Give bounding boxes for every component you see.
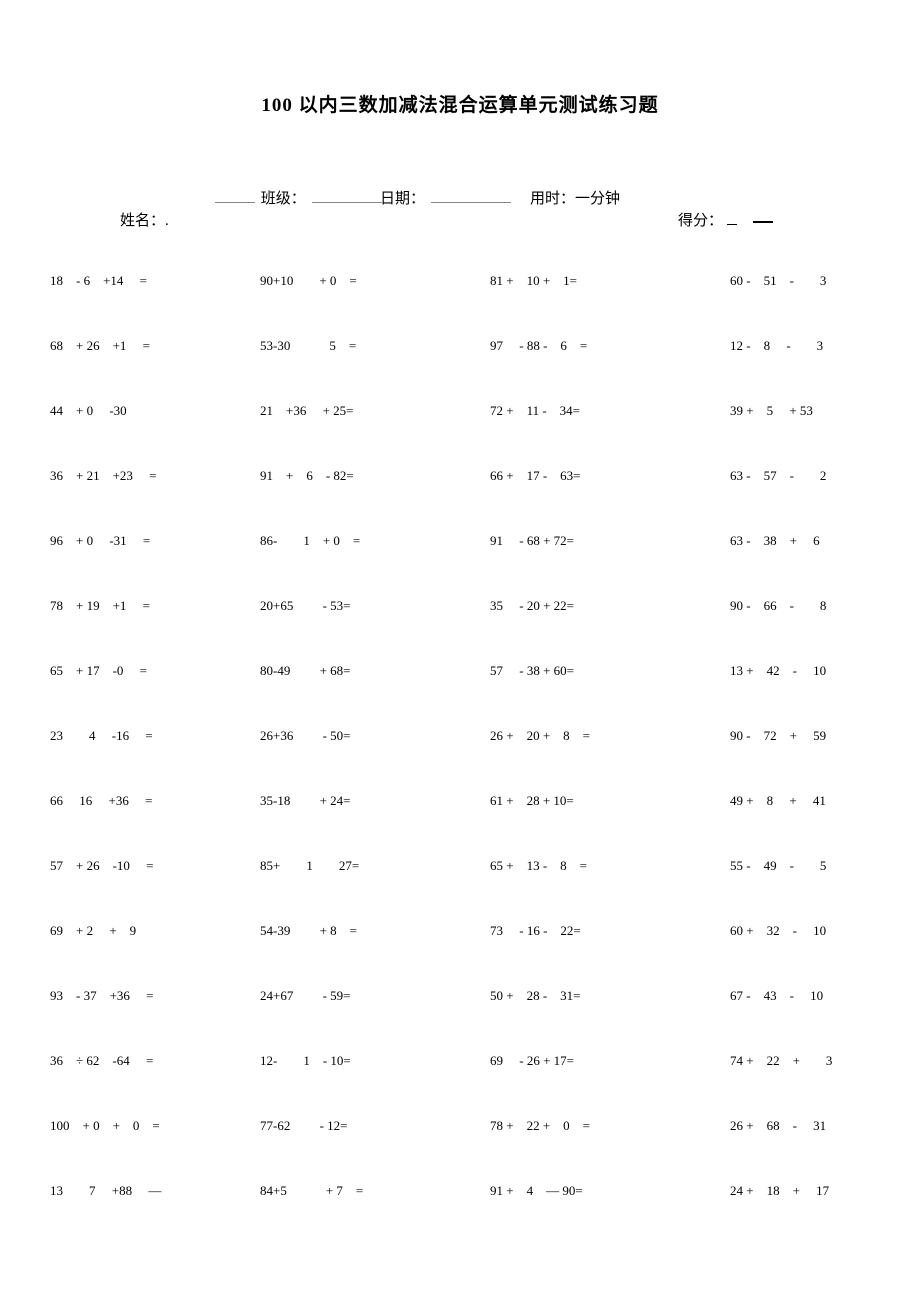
problem-cell: 12- 1 - 10=: [230, 1027, 480, 1092]
problem-cell: 77-62 - 12=: [230, 1092, 480, 1157]
problem-cell: 35-18 + 24=: [230, 767, 480, 832]
blank-underline: [215, 190, 255, 203]
header-info: 班级： 日期： 用时：一分钟 姓名：. 得分：: [50, 187, 870, 237]
problem-cell: 65 + 17 -0 =: [50, 637, 230, 702]
problem-cell: 91 - 68 + 72=: [480, 507, 710, 572]
problem-cell: 90+10 + 0 =: [230, 247, 480, 312]
problem-cell: 26 + 20 + 8 =: [480, 702, 710, 767]
problem-cell: 65 + 13 - 8 =: [480, 832, 710, 897]
problems-table: 18 - 6 +14 = 90+10 + 0 = 81 + 10 + 1= 60…: [50, 247, 870, 1222]
problem-cell: 91 + 4 — 90=: [480, 1157, 710, 1222]
problem-cell: 72 + 11 - 34=: [480, 377, 710, 442]
problems-body: 18 - 6 +14 = 90+10 + 0 = 81 + 10 + 1= 60…: [50, 247, 870, 1222]
problem-cell: 69 + 2 + 9: [50, 897, 230, 962]
table-row: 78 + 19 +1 = 20+65 - 53= 35 - 20 + 22= 9…: [50, 572, 870, 637]
problem-cell: 61 + 28 + 10=: [480, 767, 710, 832]
table-row: 23 4 -16 = 26+36 - 50= 26 + 20 + 8 = 90 …: [50, 702, 870, 767]
problem-cell: 44 + 0 -30: [50, 377, 230, 442]
date-field: 日期：: [380, 187, 511, 208]
problem-cell: 36 ÷ 62 -64 =: [50, 1027, 230, 1092]
problem-cell: 81 + 10 + 1=: [480, 247, 710, 312]
problem-cell: 55 - 49 - 5: [710, 832, 870, 897]
table-row: 65 + 17 -0 = 80-49 + 68= 57 - 38 + 60= 1…: [50, 637, 870, 702]
problem-cell: 60 - 51 - 3: [710, 247, 870, 312]
problem-cell: 57 - 38 + 60=: [480, 637, 710, 702]
blank-underline: [431, 190, 511, 203]
problem-cell: 78 + 19 +1 =: [50, 572, 230, 637]
problem-cell: 90 - 66 - 8: [710, 572, 870, 637]
table-row: 100 + 0 + 0 = 77-62 - 12= 78 + 22 + 0 = …: [50, 1092, 870, 1157]
time-field: 用时：一分钟: [530, 187, 620, 208]
problem-cell: 74 + 22 + 3: [710, 1027, 870, 1092]
problem-cell: 60 + 32 - 10: [710, 897, 870, 962]
problem-cell: 97 - 88 - 6 =: [480, 312, 710, 377]
problem-cell: 93 - 37 +36 =: [50, 962, 230, 1027]
table-row: 66 16 +36 = 35-18 + 24= 61 + 28 + 10= 49…: [50, 767, 870, 832]
problem-cell: 49 + 8 + 41: [710, 767, 870, 832]
table-row: 96 + 0 -31 = 86- 1 + 0 = 91 - 68 + 72= 6…: [50, 507, 870, 572]
table-row: 93 - 37 +36 = 24+67 - 59= 50 + 28 - 31= …: [50, 962, 870, 1027]
problem-cell: 18 - 6 +14 =: [50, 247, 230, 312]
problem-cell: 67 - 43 - 10: [710, 962, 870, 1027]
table-row: 68 + 26 +1 = 53-30 5 = 97 - 88 - 6 = 12 …: [50, 312, 870, 377]
problem-cell: 66 16 +36 =: [50, 767, 230, 832]
problem-cell: 68 + 26 +1 =: [50, 312, 230, 377]
time-label: 用时：一分钟: [530, 191, 620, 207]
worksheet-page: 100 以内三数加减法混合运算单元测试练习题 班级： 日期： 用时：一分钟 姓名…: [0, 0, 920, 1301]
problem-cell: 36 + 21 +23 =: [50, 442, 230, 507]
problem-cell: 23 4 -16 =: [50, 702, 230, 767]
problem-cell: 13 + 42 - 10: [710, 637, 870, 702]
table-row: 18 - 6 +14 = 90+10 + 0 = 81 + 10 + 1= 60…: [50, 247, 870, 312]
problem-cell: 35 - 20 + 22=: [480, 572, 710, 637]
problem-cell: 78 + 22 + 0 =: [480, 1092, 710, 1157]
problem-cell: 21 +36 + 25=: [230, 377, 480, 442]
problem-cell: 66 + 17 - 63=: [480, 442, 710, 507]
problem-cell: 26+36 - 50=: [230, 702, 480, 767]
problem-cell: 53-30 5 =: [230, 312, 480, 377]
problem-cell: 73 - 16 - 22=: [480, 897, 710, 962]
blank-underline: [312, 190, 382, 203]
problem-cell: 80-49 + 68=: [230, 637, 480, 702]
problem-cell: 50 + 28 - 31=: [480, 962, 710, 1027]
problem-cell: 20+65 - 53=: [230, 572, 480, 637]
problem-cell: 100 + 0 + 0 =: [50, 1092, 230, 1157]
problem-cell: 85+ 1 27=: [230, 832, 480, 897]
problem-cell: 13 7 +88 —: [50, 1157, 230, 1222]
problem-cell: 26 + 68 - 31: [710, 1092, 870, 1157]
problem-cell: 96 + 0 -31 =: [50, 507, 230, 572]
problem-cell: 86- 1 + 0 =: [230, 507, 480, 572]
problem-cell: 90 - 72 + 59: [710, 702, 870, 767]
date-label: 日期：: [380, 191, 425, 207]
problem-cell: 84+5 + 7 =: [230, 1157, 480, 1222]
table-row: 69 + 2 + 9 54-39 + 8 = 73 - 16 - 22= 60 …: [50, 897, 870, 962]
score-dash: [753, 221, 773, 223]
problem-cell: 63 - 57 - 2: [710, 442, 870, 507]
class-label: 班级：: [261, 191, 306, 207]
name-label: 姓名：.: [120, 213, 169, 229]
score-field: 得分：: [678, 209, 773, 230]
table-row: 36 + 21 +23 = 91 + 6 - 82= 66 + 17 - 63=…: [50, 442, 870, 507]
problem-cell: 24 + 18 + 17: [710, 1157, 870, 1222]
name-field: 姓名：.: [120, 209, 169, 230]
problem-cell: 39 + 5 + 53: [710, 377, 870, 442]
table-row: 13 7 +88 — 84+5 + 7 = 91 + 4 — 90= 24 + …: [50, 1157, 870, 1222]
class-field: 班级：: [215, 187, 382, 208]
page-title: 100 以内三数加减法混合运算单元测试练习题: [50, 90, 870, 117]
problem-cell: 24+67 - 59=: [230, 962, 480, 1027]
problem-cell: 91 + 6 - 82=: [230, 442, 480, 507]
problem-cell: 57 + 26 -10 =: [50, 832, 230, 897]
problem-cell: 69 - 26 + 17=: [480, 1027, 710, 1092]
problem-cell: 54-39 + 8 =: [230, 897, 480, 962]
problem-cell: 63 - 38 + 6: [710, 507, 870, 572]
problem-cell: 12 - 8 - 3: [710, 312, 870, 377]
table-row: 36 ÷ 62 -64 = 12- 1 - 10= 69 - 26 + 17= …: [50, 1027, 870, 1092]
score-blank: [727, 212, 737, 225]
score-label: 得分：: [678, 213, 723, 229]
table-row: 44 + 0 -30 21 +36 + 25= 72 + 11 - 34= 39…: [50, 377, 870, 442]
table-row: 57 + 26 -10 = 85+ 1 27= 65 + 13 - 8 = 55…: [50, 832, 870, 897]
